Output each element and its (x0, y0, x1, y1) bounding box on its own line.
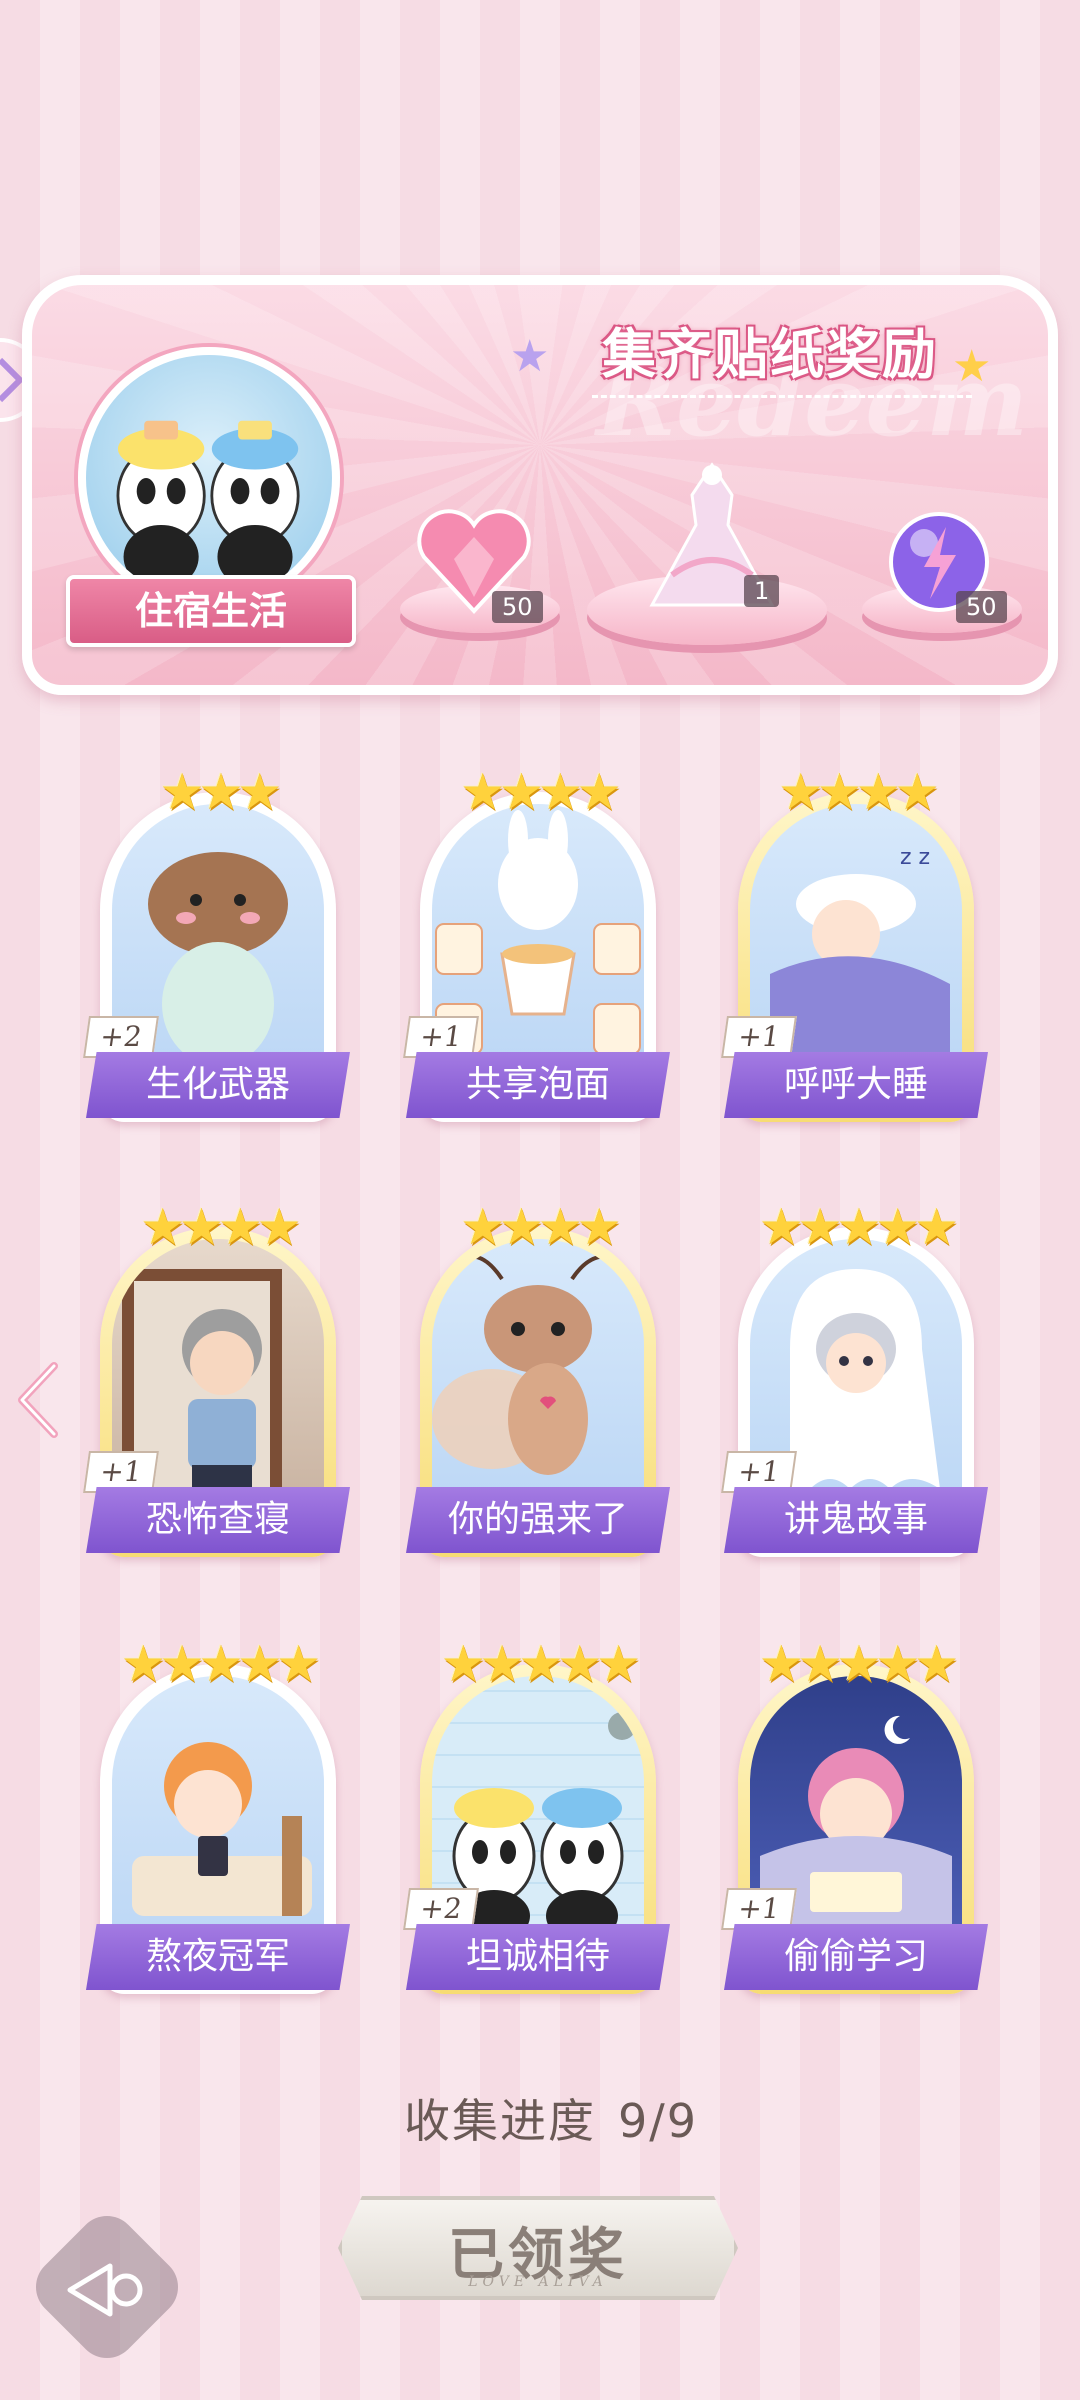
back-arrow-icon (67, 2263, 143, 2317)
sticker-card[interactable]: ★★★ +2 生化武器 (83, 764, 350, 1130)
duplicate-count-badge: +2 (403, 1888, 479, 1930)
cockroach-icon (432, 1254, 617, 1475)
star-decoration-icon: ★ (952, 341, 992, 392)
sticker-name: 恐怖查寝 (86, 1487, 350, 1553)
star-rating: ★★★★ (460, 763, 621, 821)
duplicate-count-badge: +2 (83, 1016, 159, 1058)
star-decoration-icon: ★ (510, 331, 550, 382)
reward-count: 50 (956, 591, 1007, 623)
sticker-card[interactable]: ★★★★★ +1 偷偷学习 (721, 1636, 988, 2002)
star-rating: ★★★★★ (758, 1635, 959, 1693)
star-rating: ★★★★ (460, 1198, 621, 1256)
sticker-card[interactable]: ★★★★ 你的强来了 (406, 1199, 670, 1565)
claimed-button[interactable]: 已领奖 LOVE ALIVA (338, 2196, 738, 2300)
sticker-name: 偷偷学习 (724, 1924, 988, 1990)
sticker-card[interactable]: ★★★★★ 熬夜冠军 (86, 1636, 350, 2002)
theme-label: 住宿生活 (66, 575, 356, 647)
reward-count: 50 (492, 591, 543, 623)
panda-pair-icon (116, 420, 300, 589)
sticker-card[interactable]: ★★★★ +1 共享泡面 (403, 764, 670, 1130)
duplicate-count-badge: +1 (721, 1016, 797, 1058)
sticker-card[interactable]: z z ★★★★ +1 呼呼大睡 (721, 764, 988, 1130)
sticker-name: 坦诚相待 (406, 1924, 670, 1990)
claimed-sublabel: LOVE ALIVA (468, 2274, 608, 2290)
star-rating: ★★★★★ (120, 1635, 321, 1693)
sticker-name: 呼呼大睡 (724, 1052, 988, 1118)
duplicate-count-badge: +1 (721, 1888, 797, 1930)
progress-value: 9/9 (617, 2094, 699, 2148)
sticker-card[interactable]: ★★★★★ +2 坦诚相待 (403, 1636, 670, 2002)
card-art (432, 1239, 644, 1509)
sticker-card[interactable]: ★★★★ +1 恐怖查寝 (83, 1199, 350, 1565)
sticker-name: 你的强来了 (406, 1487, 670, 1553)
sticker-card[interactable]: ★★★★★ +1 讲鬼故事 (721, 1199, 988, 1565)
star-rating: ★★★ (159, 763, 282, 821)
progress-label: 收集进度 (403, 2094, 596, 2148)
star-rating: ★★★★ (140, 1198, 301, 1256)
theme-image-panda (78, 347, 340, 609)
reward-banner: Redeem ★ 集齐贴纸奖励 ★ 住宿生活 50 1 50 (22, 275, 1058, 695)
duplicate-count-badge: +1 (83, 1451, 159, 1493)
sticker-name: 熬夜冠军 (86, 1924, 350, 1990)
duplicate-count-badge: +1 (403, 1016, 479, 1058)
previous-page-arrow-icon[interactable] (14, 1360, 64, 1440)
star-rating: ★★★★★ (758, 1198, 959, 1256)
title-underline (592, 395, 972, 398)
sticker-name: 共享泡面 (406, 1052, 670, 1118)
duplicate-count-badge: +1 (721, 1451, 797, 1493)
banner-title: 集齐贴纸奖励 (602, 323, 938, 386)
reward-count: 1 (744, 575, 780, 607)
card-art (112, 1676, 324, 1946)
late-night-boy-icon (132, 1742, 312, 1916)
star-rating: ★★★★ (778, 763, 939, 821)
sticker-name: 生化武器 (86, 1052, 350, 1118)
star-rating: ★★★★★ (440, 1635, 641, 1693)
sticker-name: 讲鬼故事 (724, 1487, 988, 1553)
collection-progress: 收集进度 9/9 (0, 2085, 1080, 2151)
svg-text:z z: z z (900, 845, 930, 870)
